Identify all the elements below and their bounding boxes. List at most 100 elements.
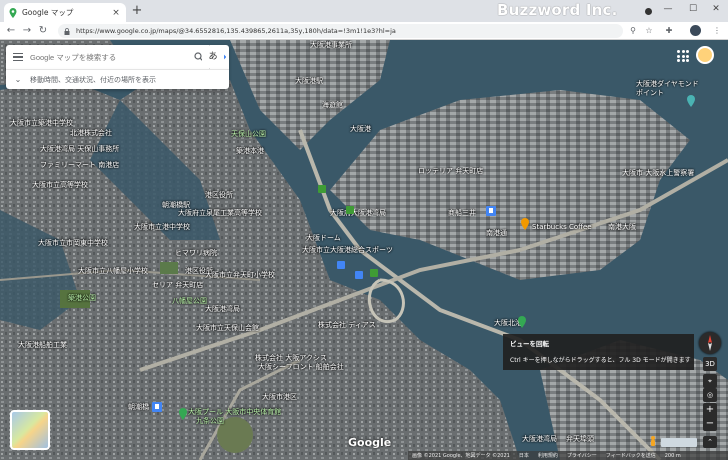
expand-imagery-button[interactable]: ⌃ xyxy=(703,436,717,448)
nearby-suggestion-bar[interactable]: ⌄ 移動時間、交通状況、付近の場所を表示 xyxy=(6,69,229,89)
search-input[interactable] xyxy=(30,52,189,62)
map-label[interactable]: 大阪シーフロント 船舶会社 xyxy=(258,362,344,372)
browser-menu-icon[interactable]: ⋮ xyxy=(712,26,722,36)
browser-tab[interactable]: Google マップ × xyxy=(4,3,126,22)
my-location-icon[interactable]: ⌖ xyxy=(703,374,717,388)
map-label[interactable]: 天保山公園 xyxy=(231,129,266,139)
profile-indicator-icon xyxy=(645,8,652,15)
map-label[interactable]: 築港本港 xyxy=(236,146,264,156)
reload-icon[interactable]: ↻ xyxy=(36,24,50,38)
tab-close-icon[interactable]: × xyxy=(111,8,121,18)
country-link[interactable]: 日本 xyxy=(519,452,529,459)
map-label[interactable]: 大阪市立大阪港総合スポーツ xyxy=(302,245,393,255)
map-label[interactable]: 大阪市立弁天町小学校 xyxy=(205,270,275,280)
watermark-text: Buzzword Inc. xyxy=(497,1,618,19)
map-label[interactable]: 海遊館 xyxy=(322,100,343,110)
rotate-view-tooltip: ビューを回転 Ctrl キーを押しながらドラッグすると、フル 3D モードが開き… xyxy=(503,334,694,370)
map-label[interactable]: 築港公園 xyxy=(68,293,96,303)
map-label[interactable]: 港区役所 xyxy=(205,190,233,200)
lock-icon xyxy=(64,27,70,35)
compass-icon[interactable] xyxy=(699,332,721,354)
bus-stop-icon[interactable] xyxy=(355,271,363,279)
map-label[interactable]: 大阪市立港中学校 xyxy=(134,222,190,232)
map-label[interactable]: ロッテリア 弁天町店 xyxy=(418,166,483,176)
browser-toolbar: ← → ↻ https://www.google.co.jp/maps/@34.… xyxy=(0,22,728,40)
maximize-button[interactable]: ☐ xyxy=(682,2,704,16)
map-footer: 画像 ©2021 Google、地図データ ©2021 日本 利用規約 プライバ… xyxy=(408,451,728,460)
map-label[interactable]: 大阪港湾局 xyxy=(522,434,557,444)
map-label[interactable]: 南港通 xyxy=(486,228,507,238)
tilt-view-icon[interactable]: ◎ xyxy=(703,388,717,402)
browser-profile-avatar[interactable] xyxy=(690,25,701,36)
highway-marker-icon xyxy=(346,206,354,214)
map-label[interactable]: 南港大阪 xyxy=(608,222,636,232)
map-label[interactable]: 大阪港 xyxy=(350,124,371,134)
map-label[interactable]: 大阪市立天保山会館 xyxy=(196,323,259,333)
map-label[interactable]: 大阪府立泉尾工業高等学校 xyxy=(178,208,262,218)
address-bar[interactable]: https://www.google.co.jp/maps/@34.655281… xyxy=(58,24,623,38)
map-label[interactable]: 大阪市立高等学校 xyxy=(32,180,88,190)
cafe-pin-icon[interactable] xyxy=(520,218,530,230)
location-key-icon[interactable]: ⚲ xyxy=(628,26,638,36)
map-label[interactable]: 九条公園 xyxy=(196,416,224,426)
feedback-link[interactable]: フィードバックを送信 xyxy=(606,452,656,459)
input-method-button[interactable]: あ xyxy=(202,46,224,68)
toggle-3d-button[interactable]: 3D xyxy=(703,357,717,371)
map-label[interactable]: セリア 弁天町店 xyxy=(152,280,203,290)
highway-marker-icon xyxy=(318,185,326,193)
minimize-button[interactable]: — xyxy=(657,2,679,16)
extensions-icon[interactable]: ✚ xyxy=(664,26,674,36)
account-avatar[interactable] xyxy=(696,46,714,64)
maps-favicon-icon xyxy=(9,7,17,18)
map-label[interactable]: ヒマワリ病院 xyxy=(175,248,217,258)
map-label[interactable]: 大阪市立八幡屋小学校 xyxy=(78,266,148,276)
map-label[interactable]: 弁天埠頭 xyxy=(566,434,594,444)
zoom-in-button[interactable]: + xyxy=(703,403,717,417)
map-pin-icon[interactable] xyxy=(686,95,696,107)
map-label[interactable]: 大阪府大阪港湾局 xyxy=(330,208,386,218)
map-label[interactable]: Starbucks Coffee xyxy=(532,223,592,231)
map-label[interactable]: 大阪ドーム xyxy=(306,233,341,243)
map-layers-button[interactable] xyxy=(10,410,50,450)
map-label[interactable]: 大阪市立築港中学校 xyxy=(10,118,73,128)
scale-label: 200 m xyxy=(664,452,681,459)
tooltip-title: ビューを回転 xyxy=(510,340,549,348)
forward-arrow-icon[interactable]: → xyxy=(20,24,34,38)
bookmark-star-icon[interactable]: ☆ xyxy=(644,26,654,36)
map-label[interactable]: 大阪港船舶工業 xyxy=(18,340,67,350)
suggestion-text: 移動時間、交通状況、付近の場所を表示 xyxy=(30,75,156,84)
terms-link[interactable]: 利用規約 xyxy=(538,452,558,459)
map-label[interactable]: 朝潮橋 xyxy=(128,402,149,412)
map-label[interactable]: 大阪港湾局 xyxy=(205,304,240,314)
url-text: https://www.google.co.jp/maps/@34.655281… xyxy=(76,27,396,35)
map-label[interactable]: 商船三井 xyxy=(448,208,476,218)
map-label[interactable]: 大阪市 大阪水上警察署 xyxy=(622,168,694,178)
map-label[interactable]: 北港株式会社 xyxy=(70,128,112,138)
imagery-thumbnail-strip[interactable] xyxy=(661,438,697,447)
google-apps-icon[interactable] xyxy=(677,50,689,62)
privacy-link[interactable]: プライバシー xyxy=(567,452,597,459)
hamburger-menu-icon[interactable] xyxy=(6,45,30,69)
train-station-icon[interactable] xyxy=(486,206,496,216)
map-label[interactable]: 朝潮橋駅 xyxy=(162,200,190,210)
map-label[interactable]: 大阪港事業所 xyxy=(310,40,352,50)
map-label[interactable]: 大阪港駅 xyxy=(295,76,323,86)
map-label[interactable]: 八幡屋公園 xyxy=(172,296,207,306)
map-label[interactable]: 大阪港湾局 天保山事務所 xyxy=(40,144,119,154)
new-tab-button[interactable]: + xyxy=(130,4,144,18)
back-arrow-icon[interactable]: ← xyxy=(4,24,18,38)
map-label[interactable]: ファミリーマート 南港店 xyxy=(40,160,119,170)
zoom-out-button[interactable]: − xyxy=(703,417,717,431)
map-label[interactable]: 大阪市港区 xyxy=(262,392,297,402)
browser-tab-bar: Google マップ × + Buzzword Inc. — ☐ ✕ xyxy=(0,0,728,22)
close-window-button[interactable]: ✕ xyxy=(705,2,727,16)
map-label[interactable]: 株式会社 ディアス xyxy=(318,320,376,330)
map-label[interactable]: 大阪市立市岡東中学校 xyxy=(38,238,108,248)
zoom-controls: + − xyxy=(703,403,717,431)
bus-stop-icon[interactable] xyxy=(337,261,345,269)
train-station-icon[interactable] xyxy=(152,402,162,412)
satellite-map-view[interactable]: 大阪港事業所 大阪港駅 海遊館 大阪港 大阪港ダイヤモンド ポイント 大阪市 大… xyxy=(0,40,728,460)
park-pin-icon[interactable] xyxy=(517,316,527,328)
park-pin-icon[interactable] xyxy=(178,408,188,420)
pegman-icon[interactable] xyxy=(649,436,657,448)
